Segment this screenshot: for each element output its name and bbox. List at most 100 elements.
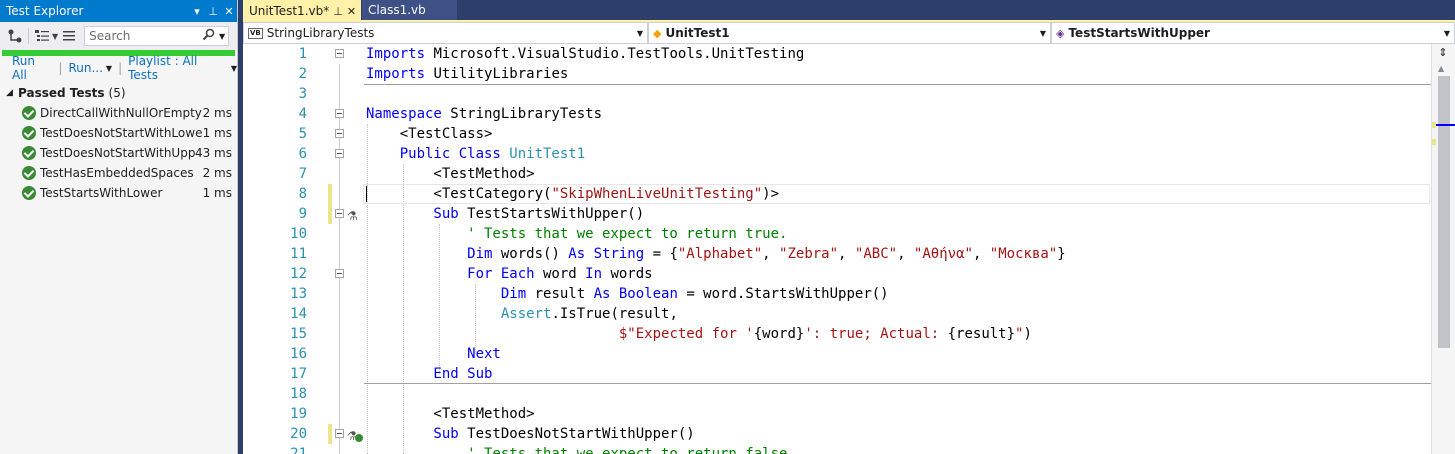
close-icon[interactable]: ✕ bbox=[347, 5, 356, 18]
class-dropdown[interactable]: ◆ UnitTest1 ▼ bbox=[648, 22, 1051, 44]
line-number: 8 bbox=[298, 186, 307, 202]
group-label: Passed Tests bbox=[18, 86, 105, 100]
run-chevron-down-icon[interactable]: ▼ bbox=[106, 64, 112, 73]
chevron-down-icon: ▼ bbox=[1443, 28, 1450, 38]
code-line[interactable]: 19 <TestMethod> bbox=[243, 404, 1431, 424]
code-token: End Sub bbox=[366, 366, 493, 382]
line-number: 1 bbox=[298, 46, 307, 62]
playlist-link[interactable]: Playlist : All Tests bbox=[128, 54, 228, 82]
test-row[interactable]: TestDoesNotStartWithUpper 43 ms bbox=[0, 143, 237, 163]
line-number: 15 bbox=[290, 326, 307, 342]
code-token: TestStartsWithUpper() bbox=[458, 206, 645, 222]
line-number: 20 bbox=[290, 426, 307, 442]
collapse-toggle-icon[interactable] bbox=[335, 149, 344, 158]
run-all-link[interactable]: Run All bbox=[12, 54, 52, 82]
code-text: Public Class UnitTest1 bbox=[366, 144, 585, 164]
code-token: <TestMethod> bbox=[366, 166, 535, 182]
code-line[interactable]: 10 ' Tests that we expect to return true… bbox=[243, 224, 1431, 244]
member-name: TestStartsWithUpper bbox=[1068, 26, 1210, 40]
code-line[interactable]: 20 ⚗ Sub TestDoesNotStartWithUpper() bbox=[243, 424, 1431, 444]
search-options-chevron-down-icon[interactable]: ▼ bbox=[219, 32, 228, 41]
collapse-toggle-icon[interactable] bbox=[335, 129, 344, 138]
code-text: End Sub bbox=[366, 364, 492, 384]
code-token: In bbox=[585, 266, 603, 282]
test-row[interactable]: TestDoesNotStartWithLower 1 ms bbox=[0, 123, 237, 143]
expand-triangle-icon[interactable]: ◢ bbox=[6, 88, 18, 98]
code-line[interactable]: 18 bbox=[243, 384, 1431, 404]
code-line[interactable]: 14 Assert.IsTrue(result, bbox=[243, 304, 1431, 324]
code-token: Namespace bbox=[366, 106, 442, 122]
code-line[interactable]: 17 End Sub bbox=[243, 364, 1431, 384]
project-name: StringLibraryTests bbox=[266, 26, 375, 40]
tab-class1[interactable]: Class1.vb bbox=[362, 0, 457, 20]
code-line[interactable]: 6 Public Class UnitTest1 bbox=[243, 144, 1431, 164]
line-number: 17 bbox=[290, 366, 307, 382]
code-line[interactable]: 16 Next bbox=[243, 344, 1431, 364]
test-duration: 1 ms bbox=[202, 126, 232, 140]
code-line[interactable]: 15 $"Expected for '{word}': true; Actual… bbox=[243, 324, 1431, 344]
code-text: Next bbox=[366, 344, 501, 364]
vertical-scrollbar[interactable]: ⇕ ▲ bbox=[1431, 44, 1455, 454]
live-test-icon[interactable] bbox=[5, 26, 25, 46]
scroll-up-arrow-icon[interactable]: ▲ bbox=[1438, 64, 1444, 73]
code-token: UtilityLibraries bbox=[433, 66, 569, 82]
group-count: (5) bbox=[108, 86, 126, 100]
code-token: Imports bbox=[366, 66, 426, 82]
close-icon[interactable]: ✕ bbox=[221, 5, 237, 18]
live-test-passed-icon[interactable]: ⚗ bbox=[347, 426, 363, 446]
test-row[interactable]: TestStartsWithLower 1 ms bbox=[0, 183, 237, 203]
code-line[interactable]: 5 <TestClass> bbox=[243, 124, 1431, 144]
live-test-excluded-icon[interactable]: ⚗ bbox=[347, 206, 358, 226]
code-line[interactable]: 11 Dim words() As String = {"Alphabet", … bbox=[243, 244, 1431, 264]
window-menu-chevron-icon[interactable]: ▾ bbox=[189, 5, 205, 18]
code-line[interactable]: 12 For Each word In words bbox=[243, 264, 1431, 284]
code-token: , bbox=[762, 246, 780, 262]
split-window-icon[interactable]: ⇕ bbox=[1435, 46, 1451, 60]
pin-icon[interactable]: ⊥ bbox=[205, 5, 221, 18]
collapse-toggle-icon[interactable] bbox=[335, 209, 344, 218]
text-caret bbox=[366, 186, 367, 202]
code-line[interactable]: 21 ' Tests that we expect to return fals… bbox=[243, 444, 1431, 454]
passed-tests-group[interactable]: ◢ Passed Tests (5) bbox=[0, 83, 237, 103]
code-token: Microsoft.VisualStudio.TestTools.UnitTes… bbox=[433, 46, 805, 62]
member-dropdown[interactable]: ◈ TestStartsWithUpper ▼ bbox=[1051, 22, 1455, 44]
code-line[interactable]: 7 <TestMethod> bbox=[243, 164, 1431, 184]
code-line[interactable]: 4 Namespace StringLibraryTests bbox=[243, 104, 1431, 124]
test-row[interactable]: TestHasEmbeddedSpaces 2 ms bbox=[0, 163, 237, 183]
code-text: $"Expected for '{word}': true; Actual: {… bbox=[366, 324, 1032, 344]
settings-icon[interactable] bbox=[60, 26, 78, 46]
collapse-toggle-icon[interactable] bbox=[335, 269, 344, 278]
test-row[interactable]: DirectCallWithNullOrEmpty 2 ms bbox=[0, 103, 237, 123]
run-menu-link[interactable]: Run... bbox=[68, 61, 102, 75]
group-by-icon[interactable]: ▼ bbox=[32, 26, 60, 46]
code-text: Assert.IsTrue(result, bbox=[366, 304, 678, 324]
code-token: As String bbox=[568, 246, 645, 262]
code-line[interactable]: 9 ⚗ Sub TestStartsWithUpper() bbox=[243, 204, 1431, 224]
chevron-down-icon: ▼ bbox=[1039, 28, 1046, 38]
passed-check-icon bbox=[22, 186, 36, 200]
project-dropdown[interactable]: VB StringLibraryTests ▼ bbox=[243, 22, 648, 44]
scrollbar-thumb[interactable] bbox=[1438, 76, 1450, 348]
test-search-input[interactable] bbox=[85, 27, 197, 45]
search-icon[interactable] bbox=[197, 28, 219, 44]
tab-unittest1[interactable]: UnitTest1.vb* ⊥ ✕ bbox=[243, 0, 361, 22]
playlist-chevron-down-icon[interactable]: ▼ bbox=[231, 64, 237, 73]
code-token: "ABC" bbox=[854, 246, 898, 262]
code-editor[interactable]: 1 Imports Microsoft.VisualStudio.TestTool… bbox=[243, 44, 1431, 454]
code-line[interactable]: 8 <TestCategory("SkipWhenLiveUnitTesting… bbox=[243, 184, 1431, 204]
code-token: {word} bbox=[753, 326, 805, 342]
test-list: DirectCallWithNullOrEmpty 2 ms TestDoesN… bbox=[0, 103, 237, 203]
code-line[interactable]: 1 Imports Microsoft.VisualStudio.TestTool… bbox=[243, 44, 1431, 64]
passed-check-icon bbox=[22, 126, 36, 140]
code-line[interactable]: 3 bbox=[243, 84, 1431, 104]
code-line[interactable]: 2 Imports UtilityLibraries bbox=[243, 64, 1431, 84]
line-number: 6 bbox=[298, 146, 307, 162]
collapse-toggle-icon[interactable] bbox=[335, 429, 344, 438]
passed-check-icon bbox=[22, 106, 36, 120]
code-token: Next bbox=[366, 346, 501, 362]
collapse-toggle-icon[interactable] bbox=[335, 49, 344, 58]
collapse-toggle-icon[interactable] bbox=[335, 109, 344, 118]
method-icon: ◈ bbox=[1056, 26, 1065, 40]
code-line[interactable]: 13 Dim result As Boolean = word.StartsWi… bbox=[243, 284, 1431, 304]
pin-icon[interactable]: ⊥ bbox=[333, 5, 343, 18]
